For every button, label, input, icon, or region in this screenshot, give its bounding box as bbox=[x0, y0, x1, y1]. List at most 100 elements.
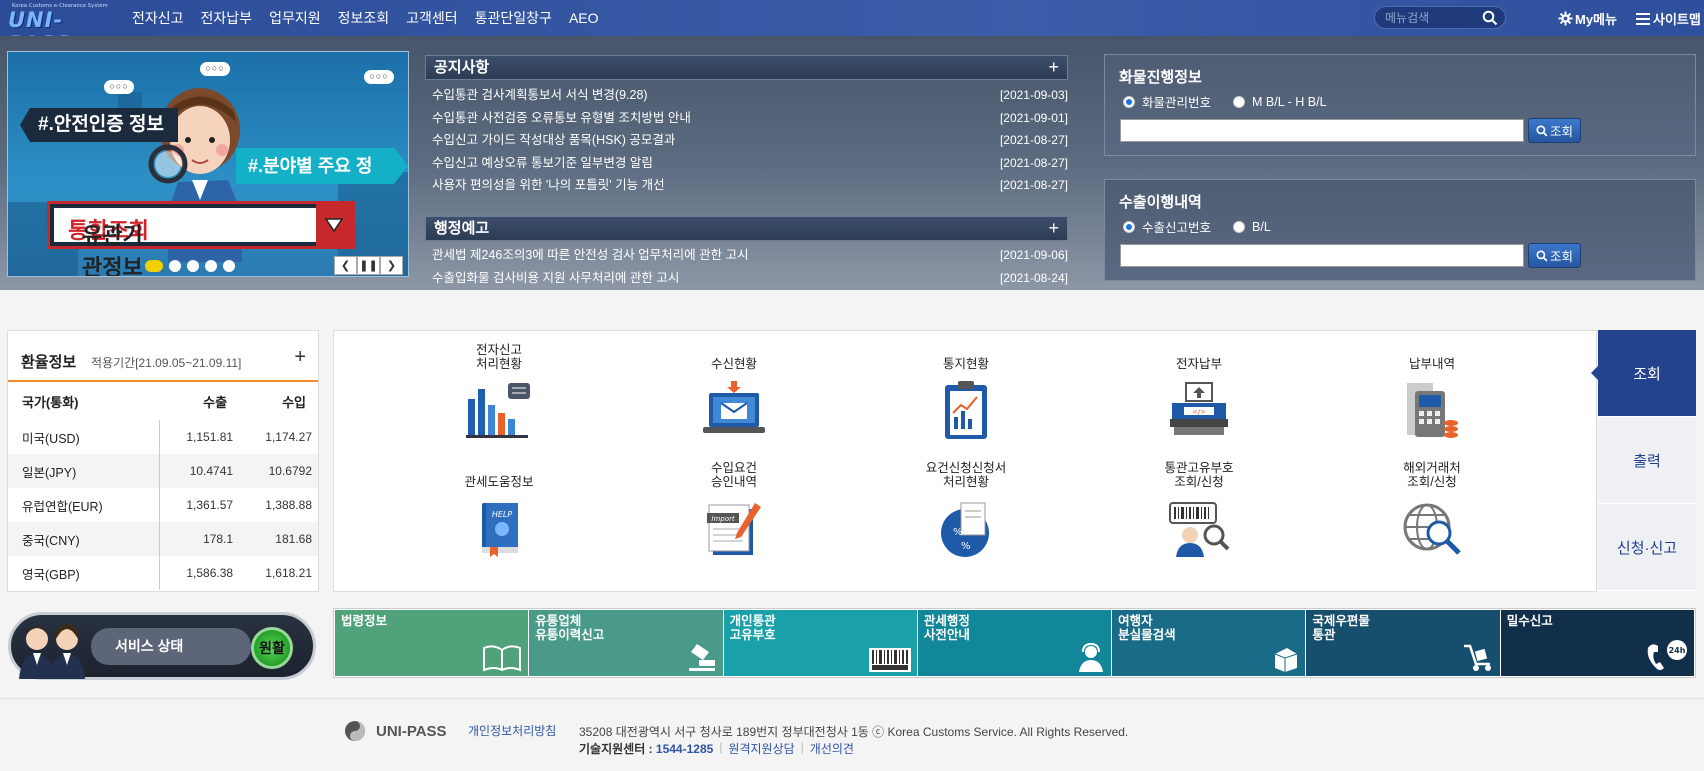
service-receipt-status[interactable]: 수신현황 bbox=[659, 341, 809, 461]
svg-text:HELP: HELP bbox=[492, 510, 513, 519]
export-search-button[interactable]: 조회 bbox=[1528, 243, 1581, 268]
banner-dot[interactable] bbox=[205, 260, 217, 272]
quick-link-personal-customs-code[interactable]: 개인통관 고유부호 bbox=[723, 610, 917, 676]
sitemap-label: 사이트맵 bbox=[1653, 12, 1701, 27]
notice-item[interactable]: 수입통관 사전검증 오류통보 유형별 조치방법 안내 [2021-09-01] bbox=[425, 107, 1068, 130]
service-status-label: 서비스 상태 bbox=[91, 628, 251, 665]
export-number-input[interactable] bbox=[1120, 244, 1524, 267]
menu-search-input[interactable] bbox=[1385, 10, 1480, 25]
radio-mbl-hbl[interactable]: M B/L - H B/L bbox=[1233, 95, 1327, 109]
tech-center-phone[interactable]: 1544-1285 bbox=[656, 742, 713, 756]
service-customs-code-inquiry[interactable]: 통관고유부호 조회/신청 bbox=[1124, 459, 1274, 579]
service-payment-history[interactable]: 납부내역 bbox=[1357, 341, 1507, 461]
export-history-title: 수출이행내역 bbox=[1119, 194, 1202, 211]
quick-link-international-mail[interactable]: 국제우편물 통관 bbox=[1306, 610, 1500, 676]
book-icon bbox=[483, 645, 522, 672]
menu-item-customer-center[interactable]: 고객센터 bbox=[406, 8, 458, 28]
percent-document-icon: %% bbox=[941, 502, 989, 557]
gear-icon bbox=[1558, 11, 1573, 26]
column-header: 수입 bbox=[282, 394, 306, 410]
notice-date: [2021-08-24] bbox=[999, 270, 1068, 285]
banner-dot[interactable] bbox=[223, 260, 235, 272]
tag-safety-certification: #.안전인증 정보 bbox=[20, 108, 179, 142]
quick-link-distribution-report[interactable]: 유통업체 유통이력신고 bbox=[529, 610, 723, 676]
banner-dot[interactable] bbox=[187, 260, 199, 272]
admin-notice-item[interactable]: 관세법 제246조의3에 따른 안전성 검사 업무처리에 관한 고시 [2021-… bbox=[425, 244, 1068, 267]
service-grid: 전자신고 처리현황 수신현황 통지현황 전자납부 </> 납부내역 관세도움정보… bbox=[333, 330, 1597, 592]
menu-item-e-declaration[interactable]: 전자신고 bbox=[132, 8, 184, 28]
promo-banner[interactable]: ○○○ ○○○ ○○○ #.안전인증 정보 #.분야별 주요 정보 유관기관정보… bbox=[7, 51, 409, 277]
service-notification-status[interactable]: 통지현황 bbox=[891, 341, 1041, 461]
banner-controls: ❮ ❚❚ ❯ bbox=[334, 256, 403, 275]
menu-item-single-window[interactable]: 통관단일창구 bbox=[475, 8, 552, 28]
plus-icon[interactable]: + bbox=[1048, 217, 1059, 240]
footer-address: 35208 대전광역시 서구 청사로 189번지 정부대전청사 1동 ⓒ Kor… bbox=[579, 725, 1129, 739]
next-icon[interactable]: ❯ bbox=[380, 256, 403, 275]
hamburger-icon bbox=[1636, 12, 1650, 25]
banner-headline-box: 유관기관정보 통합조회 bbox=[47, 201, 355, 276]
menu-item-aeo[interactable]: AEO bbox=[569, 10, 599, 26]
notice-date: [2021-08-27] bbox=[999, 155, 1068, 170]
footer-logo: UNI-PASS bbox=[344, 720, 447, 742]
column-header: 국가(통화) bbox=[22, 394, 79, 410]
banner-dot[interactable] bbox=[169, 260, 181, 272]
notice-item[interactable]: 수입신고 예상오류 통보기준 일부변경 알림 [2021-08-27] bbox=[425, 152, 1068, 175]
service-customs-help[interactable]: 관세도움정보 HELP bbox=[424, 459, 574, 579]
notice-item[interactable]: 사용자 편의성을 위한 '나의 포틀릿' 기능 개선 [2021-08-27] bbox=[425, 174, 1068, 197]
menu-item-info-inquiry[interactable]: 정보조회 bbox=[338, 8, 390, 28]
prev-icon[interactable]: ❮ bbox=[334, 256, 357, 275]
cargo-search-button[interactable]: 조회 bbox=[1528, 118, 1581, 143]
service-overseas-partner-inquiry[interactable]: 해외거래처 조회/신청 bbox=[1357, 459, 1507, 579]
menu-item-work-support[interactable]: 업무지원 bbox=[269, 8, 321, 28]
privacy-policy-link[interactable]: 개인정보처리방침 bbox=[468, 722, 556, 739]
feedback-link[interactable]: 개선의견 bbox=[810, 740, 854, 757]
banner-dot[interactable] bbox=[145, 260, 163, 272]
radio-bl[interactable]: B/L bbox=[1233, 220, 1271, 234]
phone-24h-icon: 24h bbox=[1647, 640, 1687, 670]
sitemap-button[interactable]: 사이트맵 bbox=[1636, 9, 1701, 28]
cargo-number-input[interactable] bbox=[1120, 119, 1524, 142]
my-menu-button[interactable]: My메뉴 bbox=[1558, 9, 1617, 28]
quick-link-customs-advance-notice[interactable]: 관세행정 사전안내 bbox=[917, 610, 1112, 676]
cart-icon bbox=[1463, 644, 1491, 671]
table-row: 유럽연합(EUR) 1,361.57 1,388.88 bbox=[8, 488, 318, 522]
service-e-payment[interactable]: 전자납부 </> bbox=[1124, 341, 1274, 461]
radio-export-number[interactable]: 수출신고번호 bbox=[1123, 217, 1211, 236]
service-requirement-application-status[interactable]: 요건신청신청서 처리현황 %% bbox=[891, 459, 1041, 579]
quick-link-traveler-lost-items[interactable]: 여행자 분실물검색 bbox=[1112, 610, 1306, 676]
service-import-requirement-approval[interactable]: 수입요건 승인내역 Import bbox=[659, 459, 809, 579]
table-row: 미국(USD) 1,151.81 1,174.27 bbox=[8, 420, 318, 454]
globe-search-icon bbox=[1403, 503, 1461, 555]
svg-text:</>: </> bbox=[1192, 408, 1206, 416]
admin-notice-item[interactable]: 수출입화물 검사비용 지원 사무처리에 관한 고시 [2021-08-24] bbox=[425, 267, 1068, 290]
my-menu-label: My메뉴 bbox=[1575, 12, 1617, 27]
menu-item-e-payment[interactable]: 전자납부 bbox=[201, 8, 253, 28]
search-icon[interactable] bbox=[1482, 10, 1498, 26]
tab-inquiry[interactable]: 조회 bbox=[1591, 330, 1696, 417]
tab-print[interactable]: 출력 bbox=[1598, 417, 1696, 504]
exchange-rate-table: 국가(통화) 수출 수입 미국(USD) 1,151.81 1,174.27 일본(… bbox=[8, 382, 318, 590]
triangle-down-icon bbox=[316, 204, 352, 246]
stamp-icon bbox=[688, 644, 715, 671]
korea-customs-emblem-icon bbox=[345, 721, 365, 741]
plus-icon[interactable]: + bbox=[1048, 56, 1059, 79]
tech-center: 기술지원센터 : 1544-1285 bbox=[579, 742, 714, 756]
quick-link-smuggling-report[interactable]: 밀수신고 24h bbox=[1500, 610, 1694, 676]
radio-cargo-number[interactable]: 화물관리번호 bbox=[1123, 92, 1211, 111]
quick-link-law-info[interactable]: 법령정보 bbox=[335, 610, 529, 676]
service-e-declaration-status[interactable]: 전자신고 처리현황 bbox=[424, 341, 574, 461]
footer: UNI-PASS 개인정보처리방침 35208 대전광역시 서구 청사로 189… bbox=[0, 698, 1704, 771]
quick-links-bar: 법령정보 유통업체 유통이력신고 개인통관 고유부호 관세행정 사전안내 여행자… bbox=[333, 608, 1696, 678]
menu-search-box bbox=[1374, 6, 1506, 29]
uni-pass-logo[interactable]: Korea Customs e-Clearance System UNI-PAS… bbox=[8, 3, 110, 56]
tag-key-information: #.분야별 주요 정보 bbox=[236, 148, 408, 184]
notice-panel: 공지사항 + 수입통관 검사계획통보서 서식 변경(9.28) [2021-09-… bbox=[425, 55, 1068, 197]
notice-item[interactable]: 수입신고 가이드 작성대상 품목(HSK) 공모결과 [2021-08-27] bbox=[425, 129, 1068, 152]
cargo-tracking-box: 화물진행정보 화물관리번호 M B/L - H B/L 조회 bbox=[1104, 54, 1696, 156]
footer-brand: UNI-PASS bbox=[376, 722, 447, 740]
notice-item[interactable]: 수입통관 검사계획통보서 서식 변경(9.28) [2021-09-03] bbox=[425, 84, 1068, 107]
remote-support-link[interactable]: 원격지원상담 bbox=[728, 740, 794, 757]
plus-icon[interactable]: + bbox=[294, 346, 306, 369]
tab-application[interactable]: 신청·신고 bbox=[1598, 504, 1696, 591]
pause-icon[interactable]: ❚❚ bbox=[357, 256, 380, 275]
